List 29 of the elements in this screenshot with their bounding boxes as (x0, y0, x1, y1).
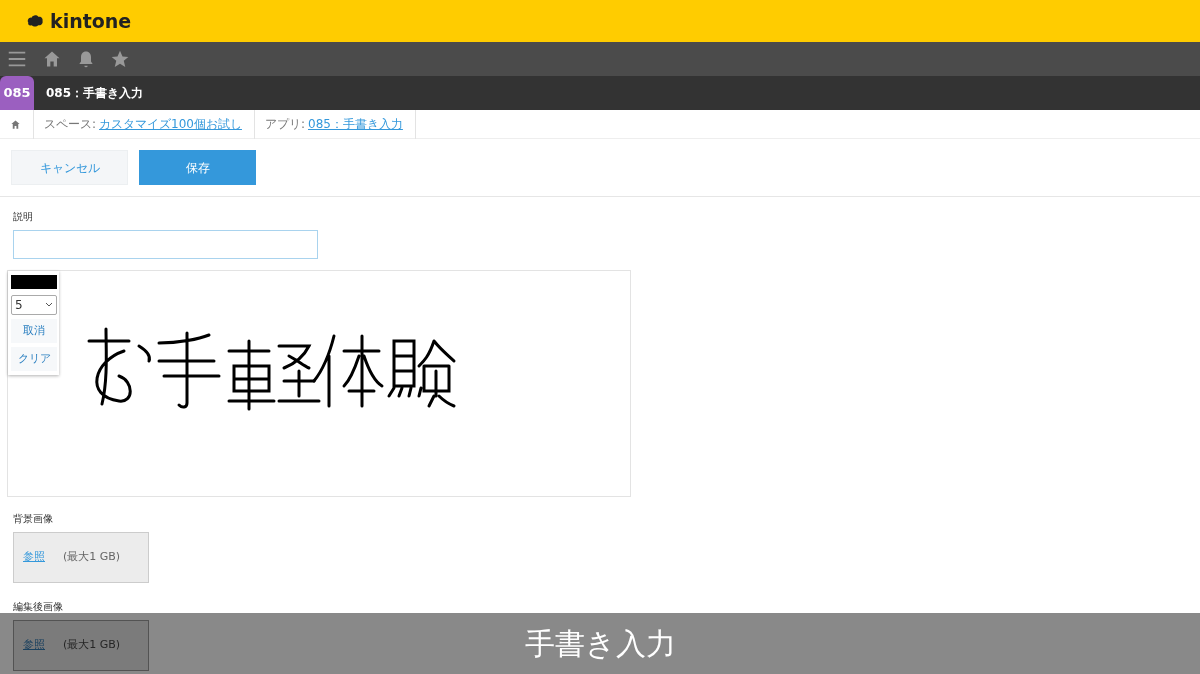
breadcrumb-label: スペース: (44, 116, 97, 133)
app-icon: 085 (0, 76, 34, 110)
undo-button[interactable]: 取消 (11, 319, 57, 343)
breadcrumb-label: アプリ: (264, 116, 305, 133)
breadcrumb-link[interactable]: カスタマイズ100個お試し (99, 115, 242, 133)
caption-text: 手書き入力 (524, 625, 676, 663)
drawing-canvas[interactable]: 5 取消 クリア (7, 270, 631, 497)
field-label: 背景画像 (13, 512, 54, 526)
pen-size-select[interactable]: 5 (11, 295, 57, 315)
logo: kintone (50, 8, 132, 34)
save-button[interactable]: 保存 (139, 150, 256, 185)
breadcrumb-link[interactable]: 085：手書き入力 (308, 115, 403, 133)
color-swatch[interactable] (11, 275, 57, 289)
file-upload-field[interactable]: 参照 (最大1 GB) (13, 620, 149, 671)
browse-link[interactable]: 参照 (23, 637, 45, 654)
field-label: 編集後画像 (13, 600, 64, 614)
app-title: 085：手書き入力 (46, 85, 144, 102)
browse-link[interactable]: 参照 (23, 549, 45, 566)
star-icon[interactable] (110, 49, 130, 69)
cancel-button[interactable]: キャンセル (11, 150, 128, 185)
file-size-limit: (最大1 GB) (63, 549, 121, 566)
file-upload-field[interactable]: 参照 (最大1 GB) (13, 532, 149, 583)
home-icon[interactable] (42, 49, 62, 69)
clear-button[interactable]: クリア (11, 347, 57, 371)
field-label: 説明 (13, 210, 34, 224)
chevron-icon (45, 302, 53, 308)
file-size-limit: (最大1 GB) (63, 637, 121, 654)
text-field[interactable] (13, 230, 318, 259)
home-icon[interactable] (10, 118, 21, 130)
